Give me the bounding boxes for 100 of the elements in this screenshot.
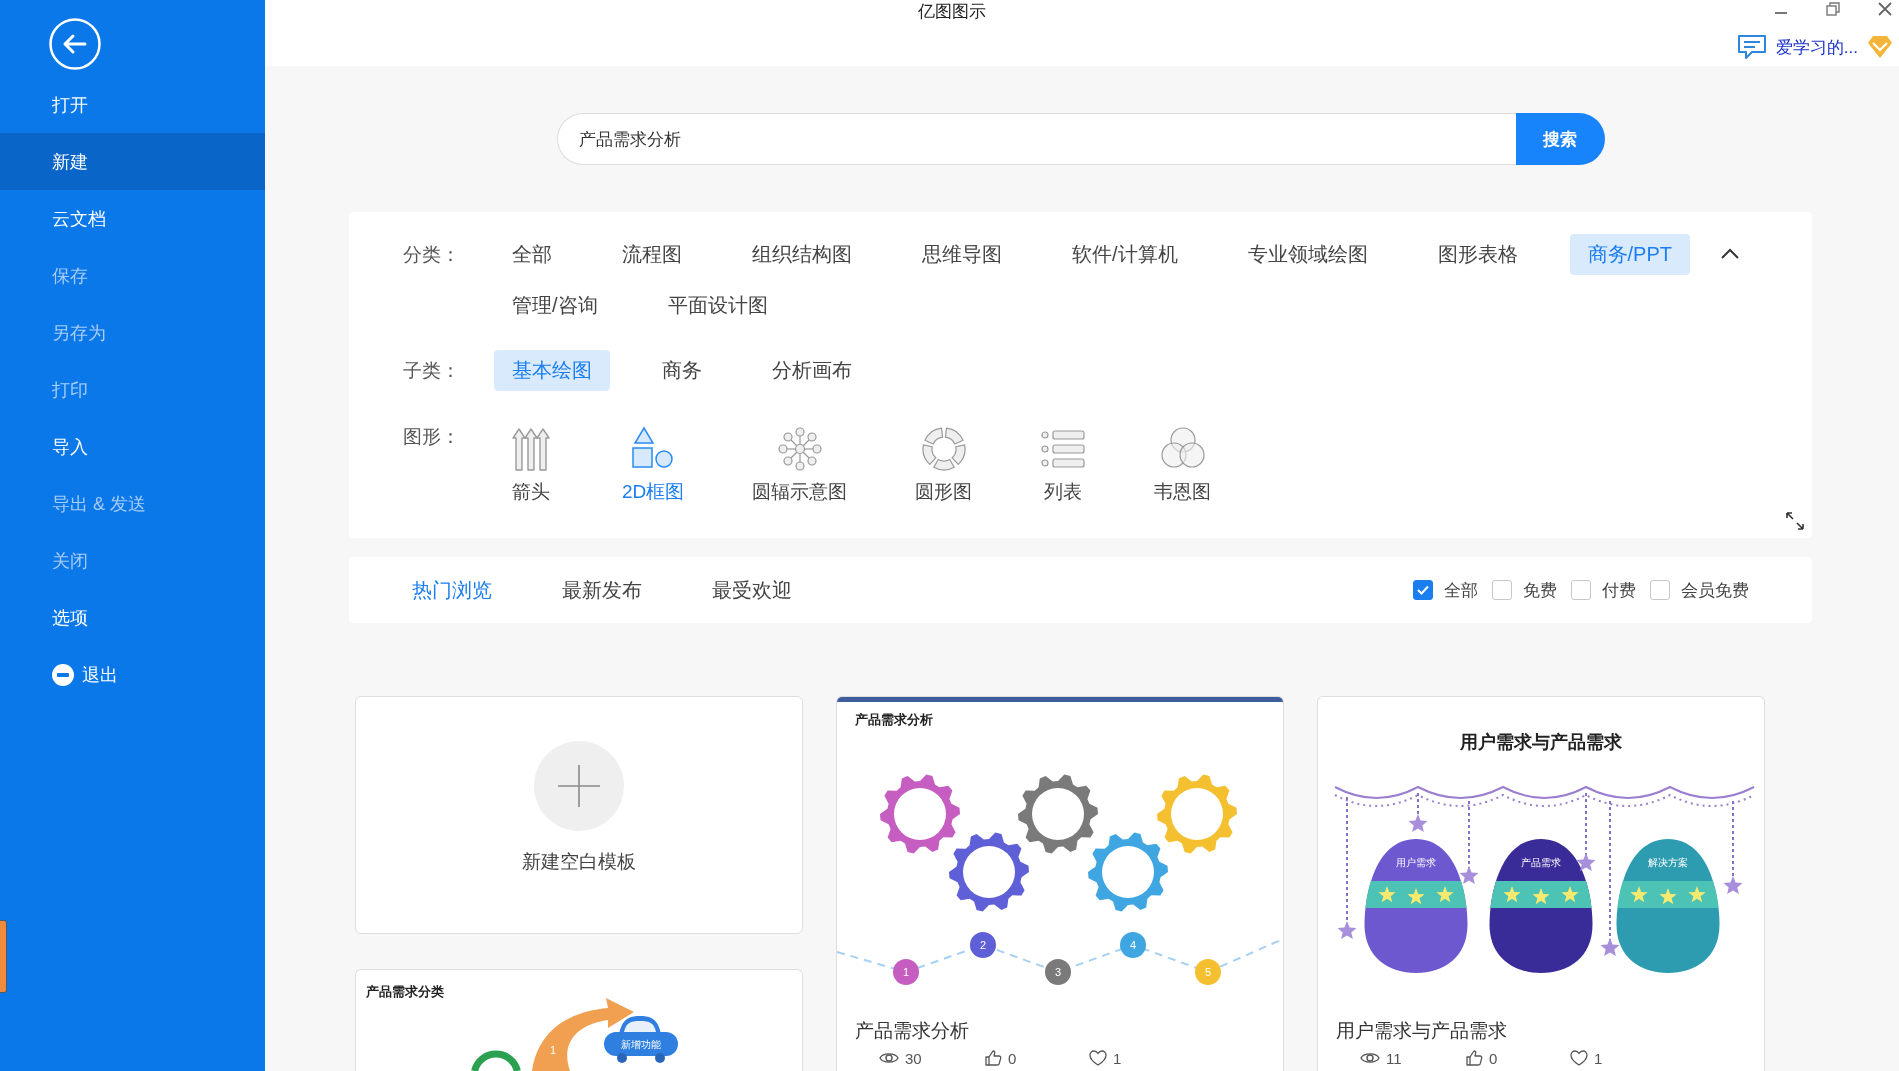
template-card[interactable]: 产品需求分析 1 2 3 4 5 产品需求分析 30 0 1 <box>836 696 1284 1071</box>
radial-diagram-icon <box>776 426 823 472</box>
view-count: 11 <box>1386 1049 1402 1067</box>
hanging-star-icon <box>1600 800 1620 957</box>
blank-template-label: 新建空白模板 <box>522 850 636 874</box>
shape-option[interactable]: 箭头 <box>494 426 568 502</box>
plus-icon <box>534 741 624 831</box>
chat-icon[interactable] <box>1736 34 1767 60</box>
hanging-star-icon <box>1408 792 1428 833</box>
eye-icon <box>879 1051 899 1065</box>
step-marker: 3 <box>1045 959 1071 985</box>
sort-tab[interactable]: 最新发布 <box>562 576 642 604</box>
checkbox[interactable] <box>1650 580 1670 600</box>
step-marker: 4 <box>1120 932 1146 958</box>
check-icon <box>1417 585 1429 595</box>
checkbox[interactable] <box>1413 580 1433 600</box>
search-button[interactable]: 搜索 <box>1515 113 1605 165</box>
template-title: 产品需求分析 <box>855 1019 969 1043</box>
user-name[interactable]: 爱学习的... <box>1775 35 1858 59</box>
blank-template-card[interactable]: 新建空白模板 <box>355 696 803 934</box>
sidebar-item[interactable]: 选项 <box>0 589 265 646</box>
egg-label: 解决方案 <box>1648 857 1688 868</box>
template-card[interactable]: 产品需求分类 1 新增功能 <box>355 969 803 1071</box>
sidebar-item[interactable]: 导入 <box>0 418 265 475</box>
eye-icon <box>1360 1051 1380 1065</box>
category-option[interactable]: 流程图 <box>604 234 700 275</box>
ring-shape <box>471 1050 521 1071</box>
category-option[interactable]: 组织结构图 <box>734 234 870 275</box>
thumbnail-heading: 产品需求分析 <box>855 712 933 727</box>
heart-icon[interactable] <box>1570 1050 1588 1066</box>
step-marker: 1 <box>893 959 919 985</box>
category-option[interactable]: 思维导图 <box>904 234 1020 275</box>
shape-option[interactable]: 韦恩图 <box>1140 426 1226 502</box>
step-number: 1 <box>549 1044 557 1056</box>
sort-tab[interactable]: 热门浏览 <box>412 576 492 604</box>
star-icon <box>1436 886 1454 903</box>
back-icon[interactable] <box>49 18 101 70</box>
checkbox-label: 免费 <box>1523 579 1557 602</box>
step-marker: 5 <box>1195 959 1221 985</box>
category-option[interactable]: 全部 <box>494 234 570 275</box>
sort-tab[interactable]: 最受欢迎 <box>712 576 792 604</box>
thumbs-up-icon[interactable] <box>1465 1049 1483 1067</box>
like-count: 0 <box>1489 1049 1498 1067</box>
checkbox-label: 全部 <box>1444 579 1478 602</box>
favorite-count: 1 <box>1113 1049 1122 1067</box>
category-option[interactable]: 专业领域绘图 <box>1229 234 1386 275</box>
egg-label: 用户需求 <box>1396 857 1436 868</box>
thumbnail-heading: 用户需求与产品需求 <box>1460 732 1622 752</box>
star-icon <box>1503 886 1521 903</box>
star-icon <box>1407 888 1425 905</box>
hanging-star-icon <box>1337 796 1357 940</box>
filter-label: 图形： <box>403 426 461 448</box>
search-field[interactable]: 产品需求分析 <box>556 113 1516 165</box>
sidebar-item[interactable]: 云文档 <box>0 190 265 247</box>
filter-label: 分类： <box>403 243 461 267</box>
expand-icon[interactable] <box>1785 511 1805 531</box>
checkbox[interactable] <box>1571 580 1591 600</box>
restore-icon[interactable] <box>1826 2 1840 16</box>
cycle-icon <box>920 426 967 472</box>
egg-label: 产品需求 <box>1521 857 1561 868</box>
window-title: 亿图图示 <box>918 1 986 23</box>
side-tab[interactable] <box>0 920 7 993</box>
chevron-up-icon[interactable] <box>1720 247 1740 259</box>
category-option[interactable]: 图形表格 <box>1419 234 1536 275</box>
sidebar-item[interactable]: 退出 <box>0 646 265 703</box>
star-icon <box>1378 886 1396 903</box>
thumbs-up-icon[interactable] <box>984 1049 1002 1067</box>
shape-option[interactable]: 2D框图 <box>608 426 699 502</box>
star-icon <box>1630 886 1648 903</box>
view-count: 30 <box>905 1049 922 1067</box>
star-icon <box>1532 888 1550 905</box>
template-card[interactable]: 用户需求与产品需求 用户需求 产品需求 解决方案 用户需求与产品需求 11 0 1 <box>1317 696 1765 1071</box>
subcategory-option[interactable]: 商务 <box>644 350 720 391</box>
hanging-star-icon <box>1576 792 1596 872</box>
star-icon <box>1688 886 1706 903</box>
checkbox[interactable] <box>1492 580 1512 600</box>
shape-option[interactable]: 圆形图 <box>901 426 987 502</box>
category-option[interactable]: 平面设计图 <box>649 285 786 326</box>
subcategory-option[interactable]: 分析画布 <box>754 350 870 391</box>
star-icon <box>1561 886 1579 903</box>
favorite-count: 1 <box>1594 1049 1603 1067</box>
category-option[interactable]: 软件/计算机 <box>1054 234 1196 275</box>
minus-circle-icon <box>52 663 74 686</box>
sidebar-item[interactable]: 打开 <box>0 76 265 133</box>
shape-option[interactable]: 圆辐示意图 <box>738 426 862 502</box>
shape-option[interactable]: 列表 <box>1026 426 1101 502</box>
template-title: 用户需求与产品需求 <box>1336 1019 1507 1043</box>
checkbox-label: 会员免费 <box>1681 579 1749 602</box>
sidebar-item[interactable]: 新建 <box>0 133 265 190</box>
filter-label: 子类： <box>403 359 461 383</box>
hanging-star-icon <box>1459 800 1479 885</box>
heart-icon[interactable] <box>1089 1050 1107 1066</box>
step-marker: 2 <box>970 932 996 958</box>
like-count: 0 <box>1008 1049 1017 1067</box>
close-icon[interactable] <box>1878 2 1892 16</box>
thumbnail-heading: 产品需求分类 <box>366 984 444 999</box>
category-option[interactable]: 管理/咨询 <box>494 285 616 326</box>
hanging-star-icon <box>1723 800 1743 895</box>
star-icon <box>1659 888 1677 905</box>
checkbox-label: 付费 <box>1602 579 1636 602</box>
